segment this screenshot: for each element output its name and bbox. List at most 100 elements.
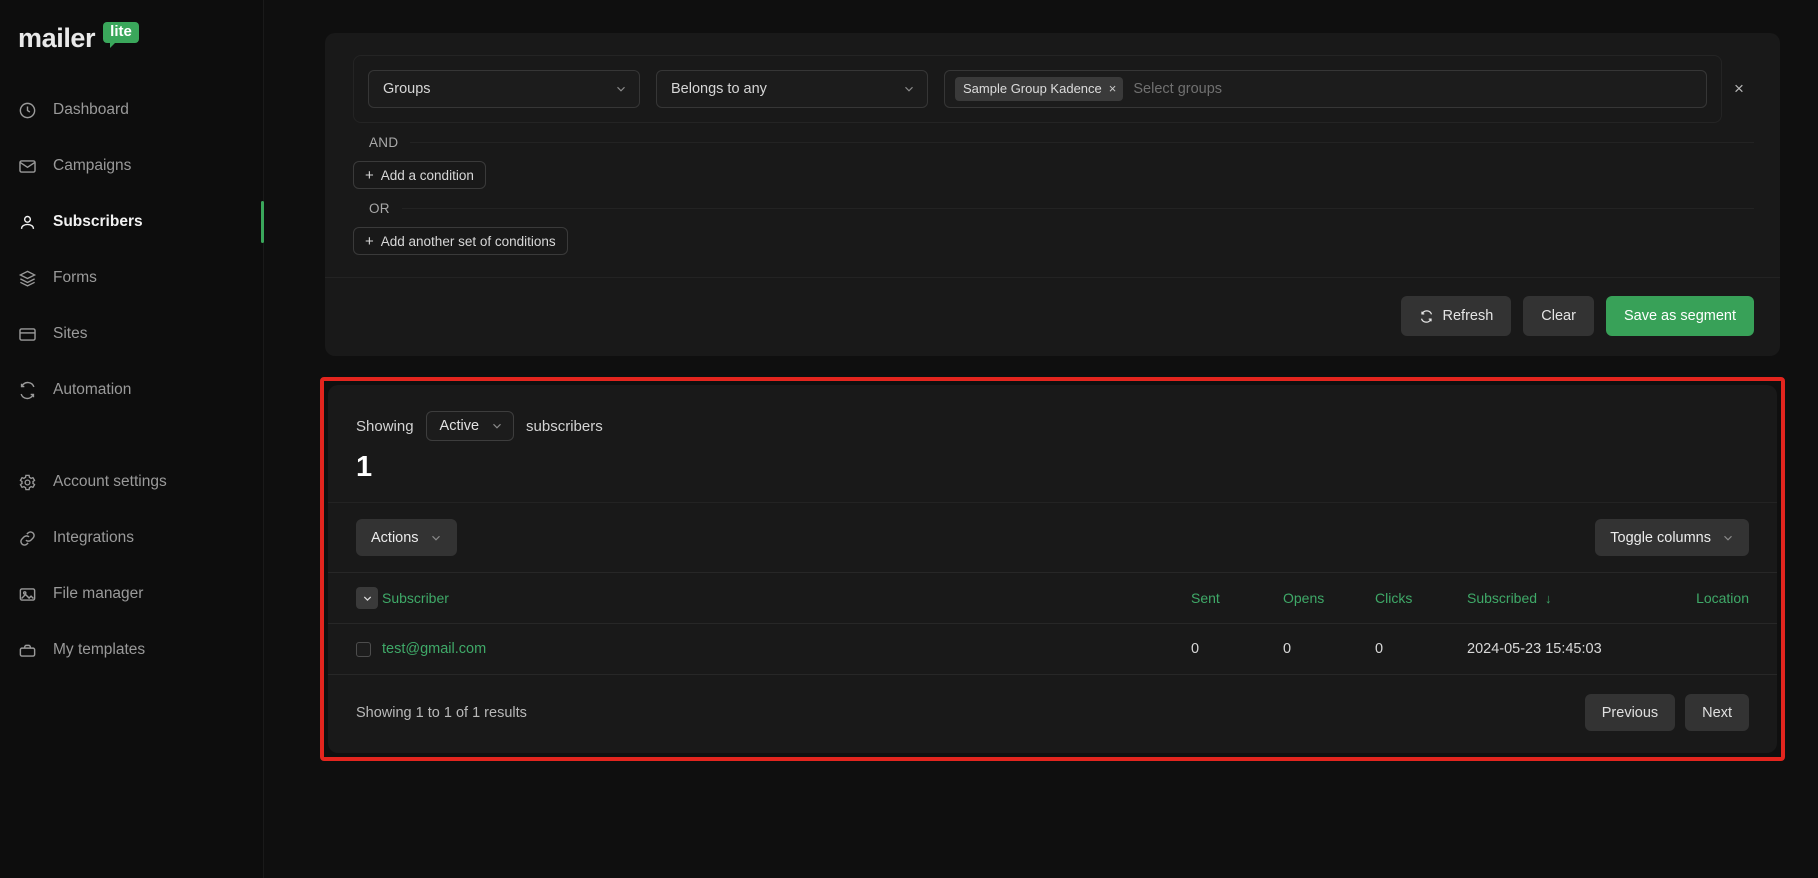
cell-location: [1657, 623, 1777, 675]
brand-badge: lite: [103, 21, 139, 48]
envelope-icon: [18, 157, 37, 176]
toggle-columns-button[interactable]: Toggle columns: [1595, 519, 1749, 556]
column-header-subscriber[interactable]: Subscriber: [382, 572, 1191, 624]
table-row[interactable]: test@gmail.com 0 0 0 2024-05-23 15:45:03: [328, 623, 1777, 675]
column-header-subscribed-label: Subscribed: [1467, 590, 1538, 606]
or-label: OR: [369, 201, 390, 216]
pagination: Previous Next: [1584, 694, 1749, 731]
filter-panel: Groups Belongs to any Sample Group Kaden…: [325, 33, 1780, 277]
selected-group-tag: Sample Group Kadence ×: [955, 77, 1124, 101]
sidebar-label-my-templates: My templates: [53, 641, 146, 658]
refresh-button[interactable]: Refresh: [1400, 296, 1512, 336]
actions-button[interactable]: Actions: [356, 519, 457, 556]
add-condition-set-button[interactable]: + Add another set of conditions: [353, 227, 568, 255]
sidebar-label-dashboard: Dashboard: [53, 101, 129, 118]
select-all-dropdown-icon[interactable]: [356, 587, 378, 609]
table-toolbar: Actions Toggle columns: [328, 503, 1777, 572]
remove-tag-icon[interactable]: ×: [1109, 82, 1117, 95]
actions-label: Actions: [371, 529, 419, 546]
sidebar-item-my-templates[interactable]: My templates: [0, 622, 263, 678]
add-condition-label: Add a condition: [380, 167, 474, 183]
field-select[interactable]: Groups: [368, 70, 640, 108]
chevron-down-icon: [903, 83, 915, 95]
briefcase-icon: [18, 641, 37, 660]
column-header-subscribed[interactable]: Subscribed ↓: [1467, 572, 1657, 624]
sidebar-item-campaigns[interactable]: Campaigns: [0, 138, 263, 194]
sidebar-item-forms[interactable]: Forms: [0, 250, 263, 306]
sidebar-item-automation[interactable]: Automation: [0, 362, 263, 418]
chevron-down-icon: [430, 532, 442, 544]
refresh-label: Refresh: [1442, 308, 1494, 324]
sidebar-label-integrations: Integrations: [53, 529, 134, 546]
refresh-icon: [1419, 309, 1434, 324]
row-checkbox[interactable]: [356, 641, 371, 657]
sidebar-label-account-settings: Account settings: [53, 473, 167, 490]
previous-page-button[interactable]: Previous: [1584, 694, 1676, 731]
sidebar-item-account-settings[interactable]: Account settings: [0, 454, 263, 510]
image-icon: [18, 585, 37, 604]
clear-button[interactable]: Clear: [1523, 296, 1594, 336]
column-header-location[interactable]: Location: [1657, 572, 1777, 624]
showing-suffix: subscribers: [526, 417, 603, 435]
filter-actions-bar: Refresh Clear Save as segment: [325, 278, 1780, 356]
column-header-clicks[interactable]: Clicks: [1375, 572, 1467, 624]
sidebar-item-integrations[interactable]: Integrations: [0, 510, 263, 566]
sidebar-label-campaigns: Campaigns: [53, 157, 132, 174]
main-content: Groups Belongs to any Sample Group Kaden…: [264, 0, 1818, 878]
showing-area: Showing Active subscribers 1: [328, 385, 1777, 502]
plus-icon: +: [365, 166, 374, 184]
save-as-segment-button[interactable]: Save as segment: [1605, 296, 1754, 336]
showing-line: Showing Active subscribers: [356, 411, 1749, 441]
brand-name: mailer: [18, 22, 96, 53]
brand-logo[interactable]: mailer lite: [0, 0, 263, 58]
next-page-button[interactable]: Next: [1685, 694, 1749, 731]
sidebar-item-sites[interactable]: Sites: [0, 306, 263, 362]
link-icon: [18, 529, 37, 548]
subscriber-link[interactable]: test@gmail.com: [382, 641, 486, 657]
add-condition-button[interactable]: + Add a condition: [353, 161, 486, 189]
table-header-row: Subscriber Sent Opens Clicks Subscribed ↓…: [328, 572, 1777, 624]
operator-select-value: Belongs to any: [671, 81, 767, 97]
save-as-segment-label: Save as segment: [1623, 308, 1736, 324]
sort-descending-icon: ↓: [1545, 591, 1552, 606]
sidebar-label-forms: Forms: [53, 269, 97, 286]
sidebar-item-subscribers[interactable]: Subscribers: [0, 194, 264, 250]
operator-select[interactable]: Belongs to any: [656, 70, 928, 108]
row-checkbox-cell: [328, 623, 382, 675]
showing-prefix: Showing: [356, 417, 414, 435]
joiner-line: [401, 208, 1754, 209]
plus-icon: +: [365, 232, 374, 250]
sidebar: mailer lite Dashboard Campaigns Subscrib…: [0, 0, 264, 878]
remove-condition-icon[interactable]: ×: [1724, 74, 1754, 104]
cell-sent: 0: [1191, 623, 1283, 675]
cell-clicks: 0: [1375, 623, 1467, 675]
status-filter-select[interactable]: Active: [425, 411, 515, 441]
or-joiner: OR: [353, 201, 1754, 216]
browser-icon: [18, 325, 37, 344]
selected-group-label: Sample Group Kadence: [963, 81, 1102, 96]
select-all-header: [328, 572, 382, 624]
clock-icon: [18, 101, 37, 120]
subscribers-card: Showing Active subscribers 1 Actions Tog…: [328, 385, 1777, 753]
refresh-icon: [18, 381, 37, 400]
column-header-sent[interactable]: Sent: [1191, 572, 1283, 624]
primary-nav: Dashboard Campaigns Subscribers Forms Si…: [0, 82, 264, 678]
column-header-opens[interactable]: Opens: [1283, 572, 1375, 624]
joiner-line: [410, 142, 1754, 143]
status-filter-value: Active: [439, 418, 480, 434]
highlight-box: Showing Active subscribers 1 Actions Tog…: [320, 377, 1785, 761]
cell-opens: 0: [1283, 623, 1375, 675]
sidebar-item-file-manager[interactable]: File manager: [0, 566, 263, 622]
app-root: mailer lite Dashboard Campaigns Subscrib…: [0, 0, 1818, 878]
field-select-value: Groups: [383, 81, 431, 97]
and-joiner: AND: [353, 135, 1754, 150]
add-condition-set-label: Add another set of conditions: [380, 233, 556, 249]
chevron-down-icon: [491, 420, 503, 432]
groups-multiselect[interactable]: Sample Group Kadence × Select groups: [944, 70, 1707, 108]
filter-card: Groups Belongs to any Sample Group Kaden…: [325, 33, 1780, 356]
table-body: test@gmail.com 0 0 0 2024-05-23 15:45:03: [328, 623, 1777, 675]
sidebar-item-dashboard[interactable]: Dashboard: [0, 82, 263, 138]
toggle-columns-label: Toggle columns: [1610, 529, 1711, 546]
and-label: AND: [369, 135, 399, 150]
user-icon: [18, 213, 37, 232]
